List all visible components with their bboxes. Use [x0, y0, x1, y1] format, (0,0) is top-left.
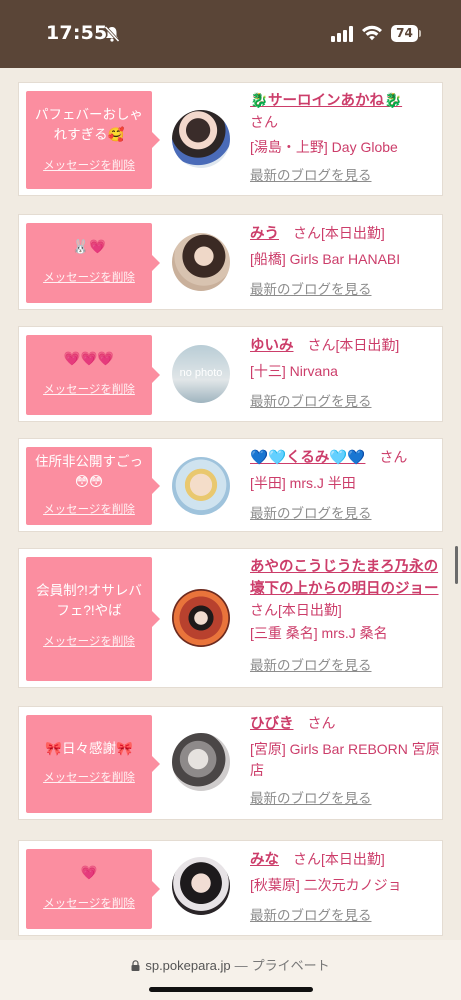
cast-avatar[interactable]	[172, 857, 230, 915]
attendance-status: [本日出勤]	[321, 225, 385, 241]
message-text: 💗	[80, 865, 98, 880]
honorific: さん	[250, 114, 278, 130]
latest-blog-link[interactable]: 最新のブログを見る	[250, 166, 372, 186]
cellular-signal-icon	[331, 26, 353, 42]
latest-blog-link[interactable]: 最新のブログを見る	[250, 906, 372, 926]
shop-name: [秋葉原] 二次元カノジョ	[250, 877, 402, 893]
message-text: 🐰💗	[72, 239, 106, 254]
cast-name-link[interactable]: みな	[250, 852, 279, 868]
browser-bottom-bar: sp.pokepara.jp — プライベート	[0, 940, 461, 1000]
attendance-status: [本日出勤]	[335, 337, 400, 353]
message-card: 会員制?!オサレバフェ?!やば メッセージを削除 あやのこうじうたまろ乃永の壕下…	[18, 548, 443, 688]
home-indicator[interactable]	[149, 987, 313, 992]
status-time: 17:55	[46, 22, 108, 44]
latest-blog-link[interactable]: 最新のブログを見る	[250, 280, 372, 300]
latest-blog-link[interactable]: 最新のブログを見る	[250, 789, 372, 809]
delete-message-link[interactable]: メッセージを削除	[26, 381, 152, 397]
message-bubble: 🎀日々感謝🎀 メッセージを削除	[26, 715, 160, 813]
cast-info: みな さん[本日出勤] [秋葉原] 二次元カノジョ 最新のブログを見る	[250, 849, 440, 926]
scrollbar-thumb[interactable]	[455, 546, 458, 584]
latest-blog-link[interactable]: 最新のブログを見る	[250, 656, 372, 676]
message-text: 住所非公開すごっ😳😳	[35, 454, 143, 489]
delete-message-link[interactable]: メッセージを削除	[26, 633, 152, 649]
message-card: 💗💗💗 メッセージを削除 no photo ゆいみ さん[本日出勤] [十三] N…	[18, 326, 443, 422]
message-card: 住所非公開すごっ😳😳 メッセージを削除 💙🩵くるみ🩵💙 さん [半田] mrs.J…	[18, 438, 443, 532]
battery-cap	[419, 30, 421, 37]
honorific: さん	[250, 602, 278, 618]
delete-message-link[interactable]: メッセージを削除	[26, 895, 152, 911]
cast-name-link[interactable]: あやのこうじうたまろ乃永の壕下の上からの明日のジョー	[250, 559, 439, 597]
cast-info: みう さん[本日出勤] [船橋] Girls Bar HANABI 最新のブログを…	[250, 223, 440, 300]
cast-info: ひびき さん [宮原] Girls Bar REBORN 宮原店 最新のブログを見…	[250, 713, 440, 809]
honorific: さん	[293, 851, 321, 867]
message-bubble: 💗 メッセージを削除	[26, 849, 160, 929]
message-bubble: 会員制?!オサレバフェ?!やば メッセージを削除	[26, 557, 160, 681]
cast-name-link[interactable]: 💙🩵くるみ🩵💙	[250, 450, 365, 466]
message-bubble: 💗💗💗 メッセージを削除	[26, 335, 160, 415]
message-bubble: パフェバーおしゃれすぎる🥰 メッセージを削除	[26, 91, 160, 189]
latest-blog-link[interactable]: 最新のブログを見る	[250, 392, 372, 412]
shop-name: [船橋] Girls Bar HANABI	[250, 251, 401, 267]
message-bubble: 住所非公開すごっ😳😳 メッセージを削除	[26, 447, 160, 525]
cast-avatar[interactable]	[172, 457, 230, 515]
shop-name: [宮原] Girls Bar REBORN 宮原店	[250, 741, 440, 778]
message-card: パフェバーおしゃれすぎる🥰 メッセージを削除 🐉サーロインあかね🐉 さん [湯島…	[18, 82, 443, 196]
cast-info: 💙🩵くるみ🩵💙 さん [半田] mrs.J 半田 最新のブログを見る	[250, 447, 440, 524]
message-card: 🐰💗 メッセージを削除 みう さん[本日出勤] [船橋] Girls Bar HA…	[18, 214, 443, 310]
address-bar[interactable]: sp.pokepara.jp — プライベート	[0, 955, 461, 974]
message-text: 💗💗💗	[63, 351, 115, 366]
honorific: さん	[307, 337, 336, 353]
cast-name-link[interactable]: 🐉サーロインあかね🐉	[250, 93, 402, 109]
latest-blog-link[interactable]: 最新のブログを見る	[250, 504, 372, 524]
cast-info: ゆいみ さん[本日出勤] [十三] Nirvana 最新のブログを見る	[250, 335, 440, 412]
delete-message-link[interactable]: メッセージを削除	[26, 769, 152, 785]
battery-level: 74	[391, 25, 418, 42]
delete-message-link[interactable]: メッセージを削除	[26, 269, 152, 285]
status-bar: 17:55 74	[0, 0, 461, 68]
message-text: 🎀日々感謝🎀	[45, 741, 133, 756]
message-card: 💗 メッセージを削除 みな さん[本日出勤] [秋葉原] 二次元カノジョ 最新のブ…	[18, 840, 443, 936]
message-text: 会員制?!オサレバフェ?!やば	[36, 583, 142, 618]
cast-name-link[interactable]: ひびき	[250, 716, 294, 732]
shop-name: [三重 桑名] mrs.J 桑名	[250, 625, 388, 641]
delete-message-link[interactable]: メッセージを削除	[26, 501, 152, 517]
shop-name: [十三] Nirvana	[250, 363, 338, 379]
message-text: パフェバーおしゃれすぎる🥰	[35, 107, 143, 142]
url-text: sp.pokepara.jp	[145, 958, 231, 973]
message-bubble: 🐰💗 メッセージを削除	[26, 223, 160, 303]
cast-info: あやのこうじうたまろ乃永の壕下の上からの明日のジョー さん[本日出勤] [三重 …	[250, 556, 440, 676]
private-mode-label: プライベート	[251, 958, 330, 973]
cast-avatar[interactable]	[172, 110, 230, 168]
wifi-icon	[362, 25, 382, 41]
battery-indicator: 74	[391, 25, 421, 42]
no-photo-placeholder: no photo	[179, 367, 223, 379]
cast-avatar[interactable]	[172, 589, 230, 647]
cast-name-link[interactable]: みう	[250, 226, 279, 242]
message-card: 🎀日々感謝🎀 メッセージを削除 ひびき さん [宮原] Girls Bar REB…	[18, 706, 443, 820]
lock-icon	[131, 960, 140, 971]
cast-name-link[interactable]: ゆいみ	[250, 338, 294, 354]
delete-message-link[interactable]: メッセージを削除	[26, 157, 152, 173]
honorific: さん	[307, 715, 336, 731]
cast-avatar[interactable]: no photo	[172, 345, 230, 403]
attendance-status: [本日出勤]	[278, 602, 342, 618]
cast-info: 🐉サーロインあかね🐉 さん [湯島・上野] Day Globe 最新のブログを見…	[250, 91, 440, 186]
shop-name: [湯島・上野] Day Globe	[250, 139, 398, 155]
attendance-status: [本日出勤]	[321, 851, 385, 867]
cast-avatar[interactable]	[172, 733, 230, 791]
bell-slash-icon	[104, 25, 120, 43]
honorific: さん	[293, 225, 321, 241]
url-separator: —	[234, 958, 248, 973]
cast-avatar[interactable]	[172, 233, 230, 291]
shop-name: [半田] mrs.J 半田	[250, 475, 356, 491]
honorific: さん	[379, 449, 408, 465]
